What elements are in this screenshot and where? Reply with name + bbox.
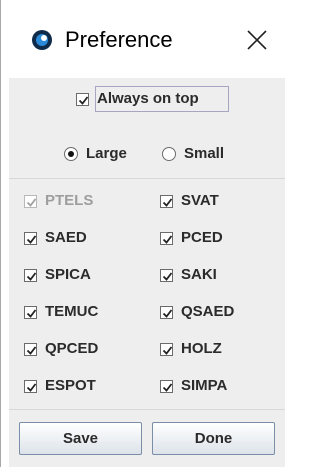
radio-small[interactable]: Small [162, 145, 224, 163]
separator [9, 409, 285, 410]
source-checkbox-espot[interactable]: ESPOT [24, 377, 96, 395]
source-checkbox-qsaed[interactable]: QSAED [160, 303, 234, 321]
source-checkbox-qpced[interactable]: QPCED [24, 340, 98, 358]
done-button[interactable]: Done [152, 422, 275, 455]
checkmark-icon [26, 234, 37, 244]
always-on-top-label: Always on top [97, 90, 199, 107]
checkbox-box [76, 92, 89, 106]
source-label: PCED [181, 229, 223, 246]
checkmark-icon [162, 382, 173, 392]
checkmark-icon [162, 271, 173, 281]
source-checkbox-holz[interactable]: HOLZ [160, 340, 222, 358]
source-checkbox-temuc[interactable]: TEMUC [24, 303, 98, 321]
source-label: HOLZ [181, 340, 222, 357]
checkmark-icon [162, 234, 173, 244]
radio-small-label: Small [184, 145, 225, 162]
checkmark-icon [162, 197, 173, 207]
radio-circle [162, 147, 176, 161]
source-checkbox-ptels[interactable]: PTELS [24, 192, 93, 210]
checkmark-icon [162, 345, 173, 355]
radio-circle [64, 147, 78, 161]
checkbox-box [24, 305, 37, 319]
checkmark-icon [26, 308, 37, 318]
source-checkbox-simpa[interactable]: SIMPA [160, 377, 227, 395]
title-bar: Preference [1, 0, 285, 78]
source-label: PTELS [45, 192, 94, 209]
always-on-top-checkbox[interactable]: Always on top [76, 90, 199, 108]
checkbox-box [160, 305, 173, 319]
source-label: SVAT [181, 192, 219, 209]
checkbox-box [160, 194, 173, 208]
separator [9, 178, 285, 179]
checkbox-box [24, 379, 37, 393]
checkbox-box [24, 231, 37, 245]
checkmark-icon [26, 345, 37, 355]
radio-large[interactable]: Large [64, 145, 127, 163]
checkmark-icon [26, 271, 37, 281]
close-icon[interactable] [239, 22, 275, 58]
source-checkbox-spica[interactable]: SPICA [24, 266, 91, 284]
checkmark-icon [162, 308, 173, 318]
source-label: SPICA [45, 266, 91, 283]
checkbox-box [24, 342, 37, 356]
checkbox-box [160, 268, 173, 282]
checkmark-icon [26, 382, 37, 392]
radio-large-label: Large [86, 145, 127, 162]
source-label: SAED [45, 229, 87, 246]
source-label: SIMPA [181, 377, 228, 394]
source-checkbox-saed[interactable]: SAED [24, 229, 87, 247]
save-button[interactable]: Save [19, 422, 142, 455]
checkmark-icon [78, 95, 89, 105]
checkbox-box [160, 379, 173, 393]
source-label: QSAED [181, 303, 235, 320]
checkbox-box [160, 231, 173, 245]
checkbox-box [24, 268, 37, 282]
checkbox-box [24, 194, 37, 208]
source-checkbox-saki[interactable]: SAKI [160, 266, 217, 284]
source-label: QPCED [45, 340, 99, 357]
checkbox-box [160, 342, 173, 356]
app-icon [32, 30, 52, 50]
source-label: ESPOT [45, 377, 96, 394]
source-checkbox-pced[interactable]: PCED [160, 229, 223, 247]
source-checkbox-svat[interactable]: SVAT [160, 192, 219, 210]
source-label: SAKI [181, 266, 217, 283]
source-label: TEMUC [45, 303, 99, 320]
checkmark-icon [26, 197, 37, 207]
window-title: Preference [65, 27, 173, 52]
